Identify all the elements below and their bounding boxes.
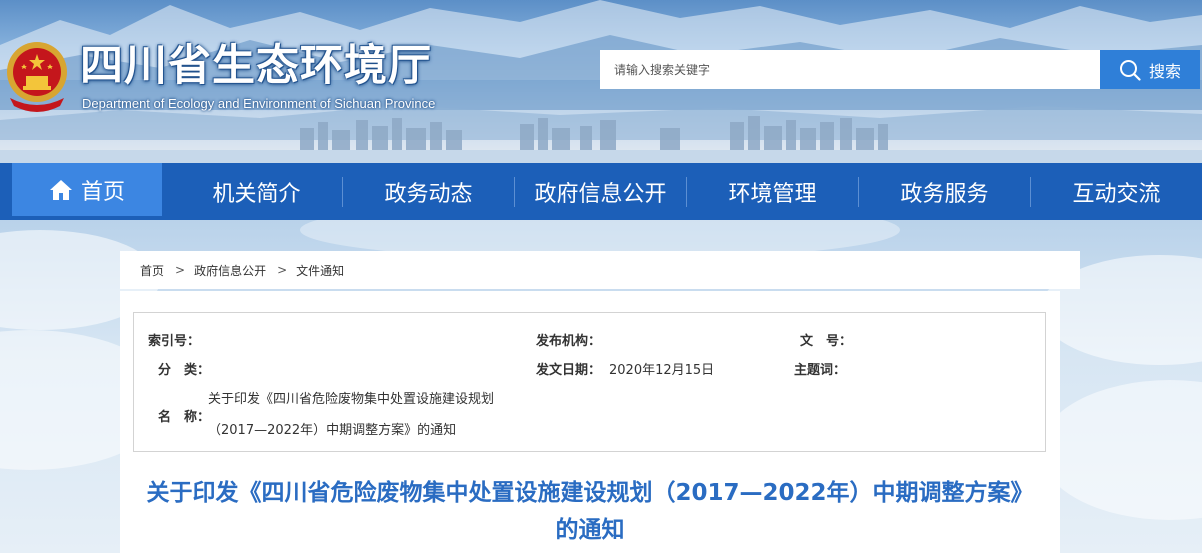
issue-date-value: 2020年12月15日 [609,363,715,378]
breadcrumb-separator: > [277,263,288,277]
national-emblem-icon [7,42,67,112]
breadcrumb-item-gov-info[interactable]: 政府信息公开 [194,262,266,279]
nav-item-about[interactable]: 机关简介 [171,163,342,220]
search-input[interactable] [600,50,1100,89]
nav-item-label: 环境管理 [728,181,817,207]
breadcrumb-item-home[interactable]: 首页 [140,262,164,279]
breadcrumb-item-notices[interactable]: 文件通知 [296,262,344,279]
document-number-label: 文 号： [800,334,853,349]
site-subtitle: Department of Ecology and Environment of… [82,96,436,111]
search-button-label: 搜索 [1148,61,1181,81]
site-title: 四川省生态环境厅 [80,41,432,91]
nav-item-label: 互动交流 [1072,181,1161,207]
subject-label: 主题词： [794,363,847,378]
document-title-line1: 关于印发《四川省危险废物集中处置设施建设规划（2017—2022年）中期调整方案… [146,480,1034,506]
document-title: 关于印发《四川省危险废物集中处置设施建设规划（2017—2022年）中期调整方案… [120,475,1060,549]
nav-item-label: 政务服务 [900,181,989,207]
nav-item-gov-info[interactable]: 政府信息公开 [515,163,686,220]
document-metadata-table: 索引号： 发布机构： 文 号： 分 类： 发文日期： 2020年12月15日 主… [133,312,1046,452]
nav-item-label: 政务动态 [384,181,473,207]
publisher-label: 发布机构： [536,334,602,349]
search-button[interactable]: 搜索 [1100,50,1200,89]
search-icon [1119,59,1141,81]
document-title-line2: 的通知 [555,517,625,543]
breadcrumb-separator: > [175,263,186,277]
nav-item-news[interactable]: 政务动态 [343,163,514,220]
breadcrumb: 首页 > 政府信息公开 > 文件通知 [120,251,1080,289]
nav-item-label: 机关简介 [212,181,301,207]
doc-name-line2: （2017—2022年）中期调整方案》的通知 [208,423,457,438]
doc-name-line1: 关于印发《四川省危险废物集中处置设施建设规划 [208,392,495,407]
site-header: 四川省生态环境厅 Department of Ecology and Envir… [0,0,1202,163]
index-number-label: 索引号： [148,334,201,349]
nav-item-label: 政府信息公开 [534,181,667,207]
home-icon [49,179,72,200]
nav-item-gov-services[interactable]: 政务服务 [859,163,1030,220]
nav-item-label: 首页 [80,179,125,205]
nav-item-env-management[interactable]: 环境管理 [687,163,858,220]
main-nav: 首页 机关简介 政务动态 政府信息公开 环境管理 政务服务 互动交流 [0,163,1202,220]
nav-item-interaction[interactable]: 互动交流 [1031,163,1202,220]
doc-name-label: 名 称： [158,410,211,425]
category-label: 分 类： [158,363,211,378]
issue-date-label: 发文日期： [536,363,602,378]
nav-item-home[interactable]: 首页 [12,163,162,216]
